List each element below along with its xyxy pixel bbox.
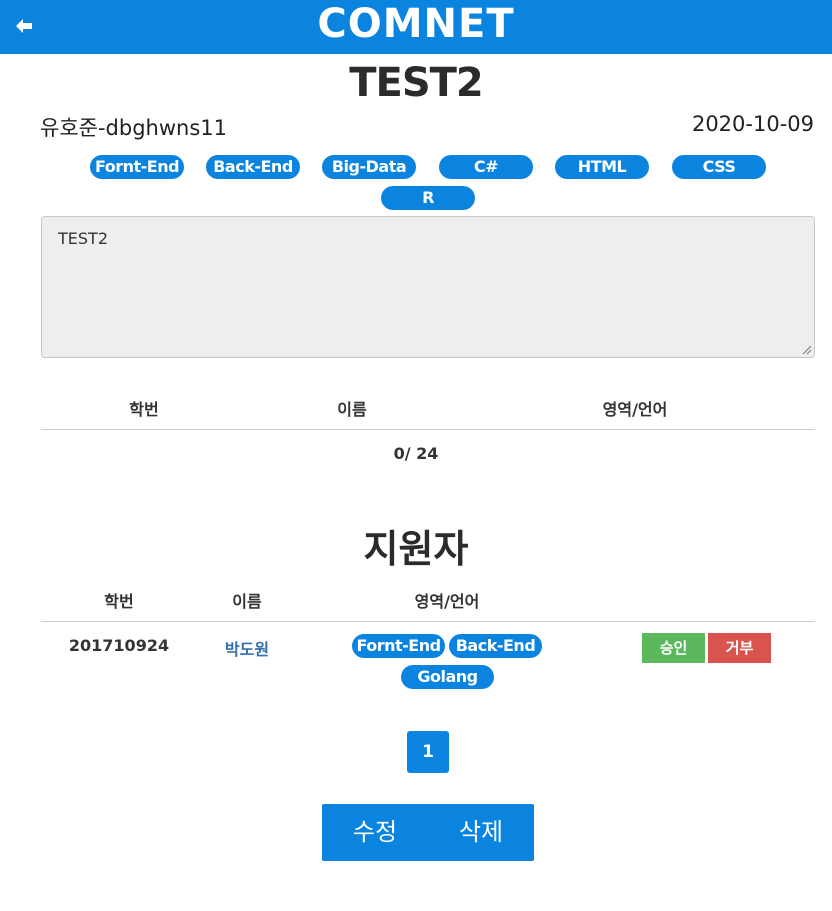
page-button-1[interactable]: 1 xyxy=(407,731,449,773)
applicant-student-id: 201710924 xyxy=(68,636,170,655)
tag-badge: R xyxy=(381,186,475,210)
table-divider xyxy=(41,621,815,622)
delete-button[interactable]: 삭제 xyxy=(428,804,534,861)
table-divider xyxy=(41,429,815,430)
applicant-tag: Fornt-End xyxy=(352,634,445,658)
post-date: 2020-10-09 xyxy=(691,112,814,136)
applicant-name-link[interactable]: 박도원 xyxy=(207,636,287,660)
app-header: COMNET xyxy=(0,0,832,54)
post-content-text: TEST2 xyxy=(58,229,108,248)
member-count: 0/ 24 xyxy=(393,444,439,463)
applicant-tag: Golang xyxy=(401,665,494,689)
tag-badge: CSS xyxy=(672,155,766,179)
app-logo[interactable]: COMNET xyxy=(0,0,832,54)
tag-badge: HTML xyxy=(555,155,649,179)
column-header-student-id: 학번 xyxy=(129,400,159,419)
column-header-area: 영역/언어 xyxy=(414,592,480,611)
approve-button[interactable]: 승인 xyxy=(642,633,705,663)
column-header-name: 이름 xyxy=(337,400,367,419)
resize-handle-icon[interactable] xyxy=(802,345,812,355)
column-header-student-id: 학번 xyxy=(104,592,134,611)
applicants-title: 지원자 xyxy=(363,527,469,571)
column-header-name: 이름 xyxy=(232,592,262,611)
action-button-group: 수정 삭제 xyxy=(322,804,534,861)
tag-badge: Back-End xyxy=(206,155,300,179)
post-title: TEST2 xyxy=(349,60,484,106)
applicant-name[interactable]: 박도원 xyxy=(225,640,269,659)
column-header-area: 영역/언어 xyxy=(602,400,668,419)
edit-button[interactable]: 수정 xyxy=(322,804,428,861)
post-content[interactable]: TEST2 xyxy=(41,216,815,358)
tag-badge: Big-Data xyxy=(322,155,416,179)
reject-button[interactable]: 거부 xyxy=(708,633,771,663)
tag-badge: C# xyxy=(439,155,533,179)
applicant-tag: Back-End xyxy=(449,634,542,658)
tag-badge: Fornt-End xyxy=(90,155,184,179)
post-author: 유호준-dbghwns11 xyxy=(40,116,227,140)
